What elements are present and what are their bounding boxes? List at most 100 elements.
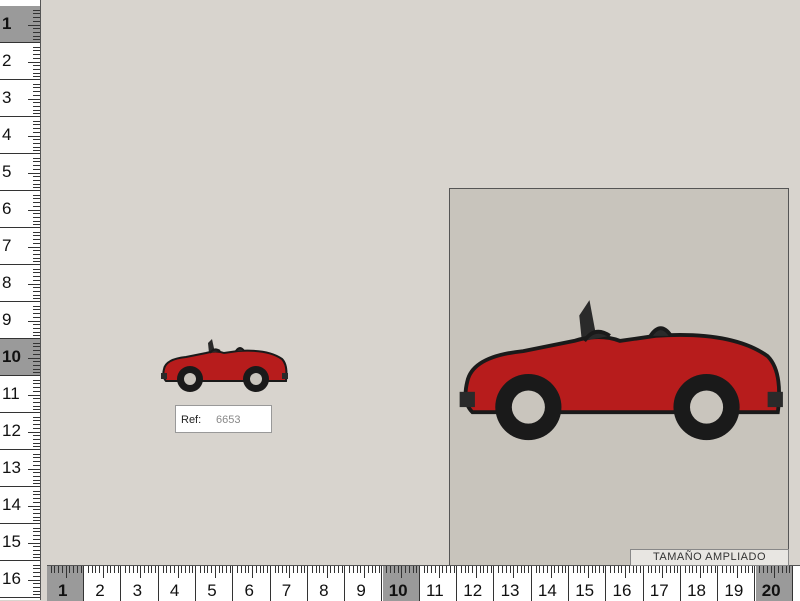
horizontal-ruler-label: 2: [95, 581, 105, 600]
ruler-tick: [367, 566, 369, 573]
ruler-tick: [576, 566, 578, 573]
ruler-tick: [737, 566, 739, 578]
ruler-tick: [33, 313, 40, 315]
ruler-tick: [505, 566, 507, 573]
ruler-tick: [666, 566, 668, 573]
ruler-tick: [188, 566, 190, 573]
vertical-ruler-label: 13: [2, 458, 21, 477]
ruler-tick: [770, 566, 772, 573]
horizontal-ruler-mark: 3: [122, 566, 159, 601]
ruler-tick: [33, 142, 40, 144]
ruler-tick: [33, 331, 40, 333]
ruler-tick: [449, 566, 451, 573]
ruler-tick: [33, 498, 40, 500]
ruler-tick: [412, 566, 414, 573]
ruler-tick: [33, 54, 40, 56]
ruler-tick: [300, 566, 302, 573]
horizontal-ruler-label: 12: [463, 581, 483, 600]
horizontal-ruler-mark: 1: [47, 566, 84, 601]
vertical-ruler-label: 9: [2, 310, 12, 329]
ruler-tick: [33, 202, 40, 204]
ruler-tick: [33, 424, 40, 426]
reference-box: Ref: 6653: [175, 405, 272, 433]
ruler-tick: [33, 446, 40, 448]
ruler-tick: [33, 390, 40, 392]
ruler-tick: [33, 324, 40, 326]
ruler-tick: [33, 494, 40, 496]
horizontal-ruler-label: 20: [761, 581, 781, 600]
ruler-tick: [33, 361, 40, 363]
ruler-tick: [33, 298, 40, 300]
car-patch-image[interactable]: [158, 335, 290, 397]
ruler-tick: [535, 566, 537, 573]
ruler-tick: [33, 179, 40, 181]
ruler-tick: [33, 50, 40, 52]
ruler-tick: [692, 566, 694, 573]
ruler-tick: [170, 566, 172, 573]
ruler-tick: [33, 438, 40, 440]
ruler-tick: [468, 566, 470, 573]
car-icon: [161, 339, 288, 392]
ruler-tick: [654, 566, 656, 573]
ruler-tick: [33, 250, 40, 252]
ruler-tick: [483, 566, 485, 573]
ruler-tick: [554, 566, 556, 573]
ruler-tick: [315, 566, 317, 573]
ruler-tick: [543, 566, 545, 573]
ruler-tick: [173, 566, 175, 573]
ruler-tick: [438, 566, 440, 578]
ruler-tick: [360, 566, 362, 573]
ruler-tick: [281, 566, 283, 573]
ruler-tick: [181, 566, 183, 573]
ruler-tick: [636, 566, 638, 573]
ruler-tick: [33, 472, 40, 474]
ruler-tick: [229, 566, 231, 573]
vertical-ruler-mark: 14: [0, 487, 40, 524]
ruler-tick: [33, 216, 40, 218]
vertical-ruler-mark: 8: [0, 265, 40, 302]
horizontal-ruler-mark: 12: [457, 566, 495, 601]
ruler-tick: [550, 566, 552, 578]
vertical-ruler-label: 7: [2, 236, 12, 255]
ruler-tick: [416, 566, 418, 573]
ruler-tick: [33, 531, 40, 533]
ruler-tick: [378, 566, 380, 573]
horizontal-ruler-label: 16: [612, 581, 632, 600]
ruler-tick: [143, 566, 145, 573]
ruler-tick: [423, 566, 425, 573]
ruler-tick: [114, 566, 116, 573]
horizontal-ruler-mark: 2: [84, 566, 122, 601]
vertical-ruler-label: 12: [2, 421, 21, 440]
ruler-tick: [33, 168, 40, 170]
horizontal-ruler-label: 18: [687, 581, 707, 600]
ruler-tick: [76, 566, 78, 573]
vertical-ruler-mark: 16: [0, 561, 40, 598]
ruler-tick: [28, 357, 40, 359]
ruler-tick: [33, 183, 40, 185]
ruler-tick: [110, 566, 112, 573]
vertical-ruler-label: 11: [2, 384, 20, 403]
ruler-tick: [33, 316, 40, 318]
horizontal-ruler-mark: 13: [495, 566, 532, 601]
ruler-tick: [54, 566, 56, 573]
horizontal-ruler-label: 9: [356, 581, 366, 600]
ruler-tick: [33, 68, 40, 70]
ruler-tick: [640, 566, 642, 573]
vertical-ruler-mark: 4: [0, 117, 40, 154]
car-patch-enlarged[interactable]: [452, 294, 788, 454]
ruler-tick: [33, 13, 40, 15]
ruler-tick: [33, 309, 40, 311]
horizontal-ruler-label: 17: [649, 581, 669, 600]
ruler-tick: [330, 566, 332, 573]
ruler-tick: [33, 57, 40, 59]
ruler-tick: [99, 566, 101, 573]
ruler-tick: [33, 198, 40, 200]
ruler-tick: [33, 557, 40, 559]
ruler-tick: [334, 566, 336, 573]
ruler-tick: [502, 566, 504, 573]
ruler-tick: [33, 124, 40, 126]
ruler-tick: [33, 194, 40, 196]
ruler-tick: [33, 9, 40, 11]
horizontal-ruler-mark: 14: [532, 566, 569, 601]
ruler-tick: [203, 566, 205, 573]
